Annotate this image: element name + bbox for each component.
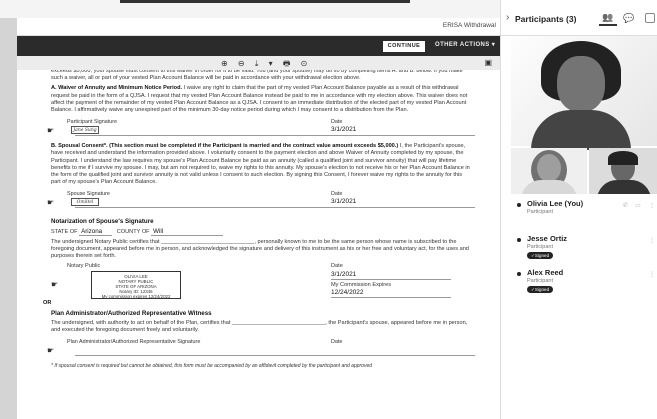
section-b: B. Spousal Consent*. (This section must …: [51, 143, 471, 186]
admin-signature-row: ☛ Plan Administrator/Authorized Represen…: [47, 337, 475, 363]
or-label: OR: [43, 300, 52, 307]
admin-title: Plan Administrator/Authorized Representa…: [51, 310, 212, 318]
signature-line: [75, 135, 475, 137]
chevron-right-icon[interactable]: ›: [506, 12, 509, 23]
pointer-icon: ☛: [47, 198, 55, 208]
participant-role: Participant: [527, 244, 553, 250]
participant-name: Alex Reed: [527, 268, 564, 277]
avatar-body: [521, 180, 577, 194]
status-dot: [517, 238, 521, 242]
pointer-icon: ☛: [47, 126, 55, 136]
more-icon[interactable]: ⋮: [649, 237, 655, 244]
video-tile-small: [589, 148, 657, 194]
county-label: COUNTY OF: [116, 228, 150, 235]
pointer-icon: ☛: [51, 280, 59, 290]
section-b-title: B. Spousal Consent*. (This section must …: [51, 143, 399, 150]
participant-role: Participant: [527, 278, 553, 284]
section-b-body: I, the Participant's spouse, have receiv…: [51, 143, 470, 186]
avatar-face: [557, 56, 605, 112]
document-tab-title: ERISA Withdrawal: [442, 22, 496, 29]
status-dot: [517, 272, 521, 276]
state-value[interactable]: Arizona: [79, 227, 113, 236]
state-county-row: STATE OF Arizona COUNTY OF Will: [51, 227, 471, 236]
notarization-title: Notarization of Spouse's Signature: [51, 218, 154, 226]
participant-role: Participant: [527, 209, 553, 215]
chat-icon[interactable]: 💬: [623, 13, 634, 24]
panel-title: Participants (3): [515, 14, 577, 24]
signed-badge: ✓Signed: [527, 286, 554, 293]
signature-line: [75, 355, 475, 357]
admin-date-label: Date: [331, 339, 343, 346]
notary-block: Notary Public Date ☛ OLIVIA LEE NOTARY P…: [43, 263, 471, 307]
more-icon[interactable]: ⋮: [649, 271, 655, 278]
avatar-body: [597, 180, 651, 194]
admin-signature-label: Plan Administrator/Authorized Representa…: [67, 339, 201, 346]
document-tab[interactable]: ERISA Withdrawal: [17, 18, 500, 36]
other-actions-button[interactable]: OTHER ACTIONS ▾: [435, 41, 495, 48]
signature-line: [75, 207, 475, 209]
participant-name: Olivia Lee (You): [527, 199, 584, 208]
top-accent-line: [120, 0, 410, 3]
county-value[interactable]: Will: [151, 227, 224, 236]
participant-name: Jesse Ortiz: [527, 234, 568, 243]
pointer-icon: ☛: [47, 346, 55, 356]
participants-panel: › Participants (3) 👥 💬 Olivia Lee (You) …: [500, 0, 657, 419]
stamp-line: My commission expires 12/24/2022: [101, 294, 171, 300]
people-icon[interactable]: 👥: [599, 12, 617, 26]
avatar-body: [531, 110, 631, 150]
avatar-face: [537, 154, 561, 182]
notary-date-label: Date: [331, 263, 343, 270]
continue-button[interactable]: CONTINUE: [383, 41, 425, 52]
participant-signature-row: ☛ Participant Signature Jane Sung Date 3…: [47, 117, 475, 143]
viewer-controls: ⊕ ⊖ ⤓ ▾ 🖶 ⊙ ▣: [17, 56, 500, 70]
intro-text: exceeds $5,000, your spouse must consent…: [51, 70, 463, 82]
status-dot: [517, 203, 521, 207]
app-root: ERISA Withdrawal CONTINUE OTHER ACTIONS …: [0, 0, 657, 419]
notary-date[interactable]: 3/1/2021: [331, 271, 451, 280]
more-icon[interactable]: ⋮: [649, 202, 655, 209]
document-page: exceeds $5,000, your spouse must consent…: [33, 70, 490, 419]
avatar: [608, 151, 638, 165]
notary-stamp: OLIVIA LEE NOTARY PUBLIC STATE OF ARIZON…: [91, 271, 181, 300]
notary-text: The undersigned Notary Public certifies …: [51, 238, 469, 260]
section-a-title: A. Waiver of Annuity and Minimum Notice …: [51, 85, 183, 92]
spouse-date[interactable]: 3/1/2021: [331, 198, 356, 205]
video-tile-main: [511, 36, 657, 150]
signed-badge: ✓Signed: [527, 252, 554, 259]
video-icon[interactable]: ▭: [635, 202, 641, 209]
participant-signature[interactable]: Jane Sung: [71, 126, 99, 135]
spouse-signature[interactable]: Omiltel: [71, 198, 99, 207]
footnote: * If spousal consent is required but can…: [51, 363, 373, 370]
panel-tab-icon[interactable]: [645, 13, 655, 23]
download-icon[interactable]: ▣: [484, 58, 492, 67]
admin-text: The undersigned, with authority to act o…: [51, 319, 468, 333]
spouse-signature-row: ☛ Spouse Signature Omiltel Date 3/1/2021: [47, 189, 475, 215]
state-label: STATE OF: [51, 228, 78, 235]
section-a: A. Waiver of Annuity and Minimum Notice …: [51, 85, 471, 114]
video-tile-small: [511, 148, 587, 194]
phone-icon[interactable]: ✆: [623, 202, 628, 209]
participant-date[interactable]: 3/1/2021: [331, 126, 356, 133]
commission-value[interactable]: 12/24/2022: [331, 289, 451, 298]
document-toolbar: CONTINUE OTHER ACTIONS ▾: [17, 36, 500, 56]
notary-public-label: Notary Public: [67, 263, 101, 270]
left-gutter: [0, 18, 17, 419]
panel-header: › Participants (3) 👥 💬: [501, 0, 657, 36]
